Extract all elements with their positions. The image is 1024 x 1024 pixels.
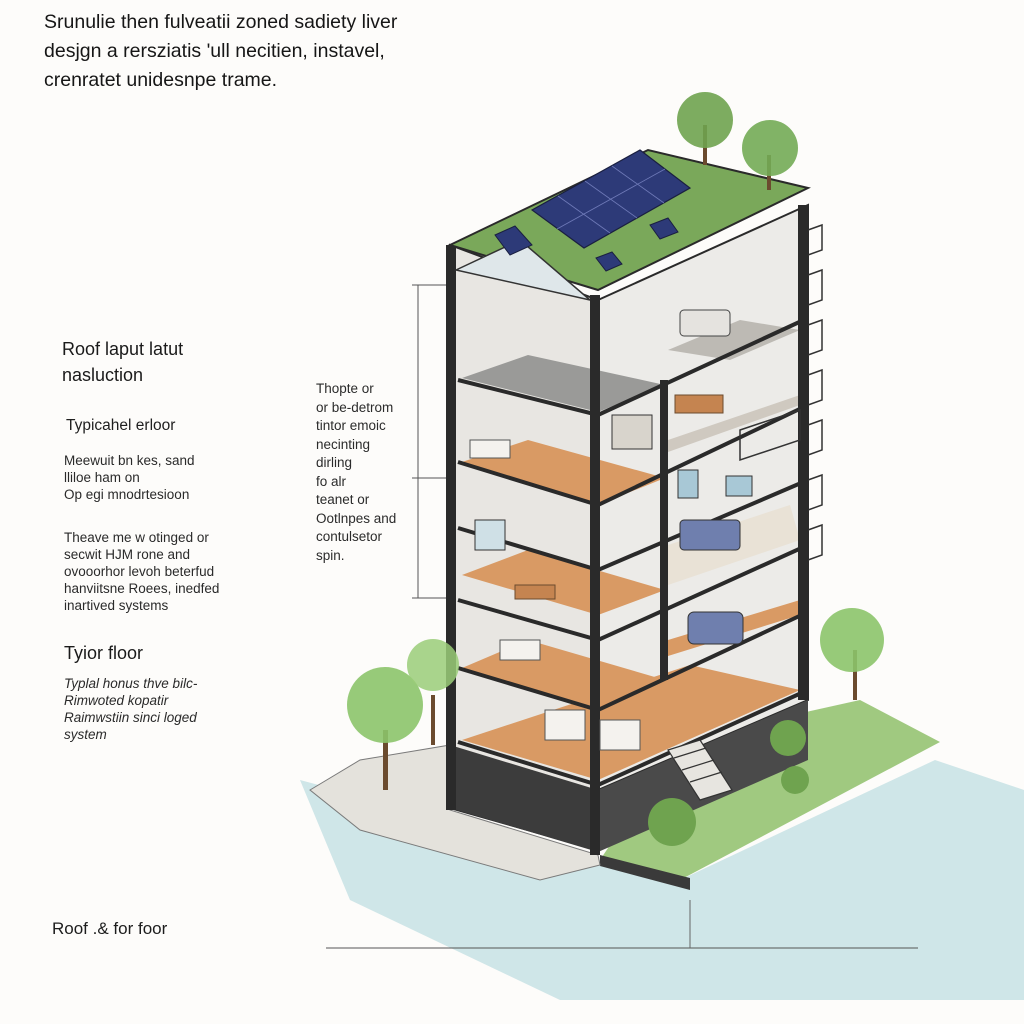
tree-icon xyxy=(677,92,733,165)
kitchen-counter xyxy=(469,439,511,459)
railing xyxy=(807,368,823,406)
glass-partition xyxy=(474,519,506,551)
window xyxy=(611,414,653,450)
tree-canopy xyxy=(781,766,809,794)
table xyxy=(514,584,556,600)
desk xyxy=(674,394,724,414)
tree-canopy xyxy=(820,608,884,672)
tree-canopy xyxy=(407,639,459,691)
tree-icon xyxy=(648,798,696,846)
column xyxy=(660,380,668,680)
column xyxy=(590,295,600,855)
tree-trunk xyxy=(431,695,435,745)
bed xyxy=(679,309,731,337)
tree-canopy xyxy=(742,120,798,176)
kitchen-counter xyxy=(499,639,541,661)
column xyxy=(446,245,456,810)
kitchen-unit xyxy=(599,719,641,751)
bed xyxy=(687,611,744,645)
window xyxy=(677,469,699,499)
railing xyxy=(807,473,823,511)
building-section-drawing xyxy=(300,92,1024,1000)
tree-canopy xyxy=(770,720,806,756)
railing xyxy=(807,523,823,561)
kitchen-unit xyxy=(544,709,586,741)
tree-canopy xyxy=(648,798,696,846)
railing xyxy=(807,318,823,356)
window xyxy=(725,475,753,497)
railing xyxy=(807,223,823,256)
tree-canopy xyxy=(677,92,733,148)
railing xyxy=(807,268,823,306)
tree-icon xyxy=(820,608,884,700)
railing xyxy=(807,418,823,456)
bed xyxy=(679,519,741,551)
column xyxy=(798,205,808,700)
